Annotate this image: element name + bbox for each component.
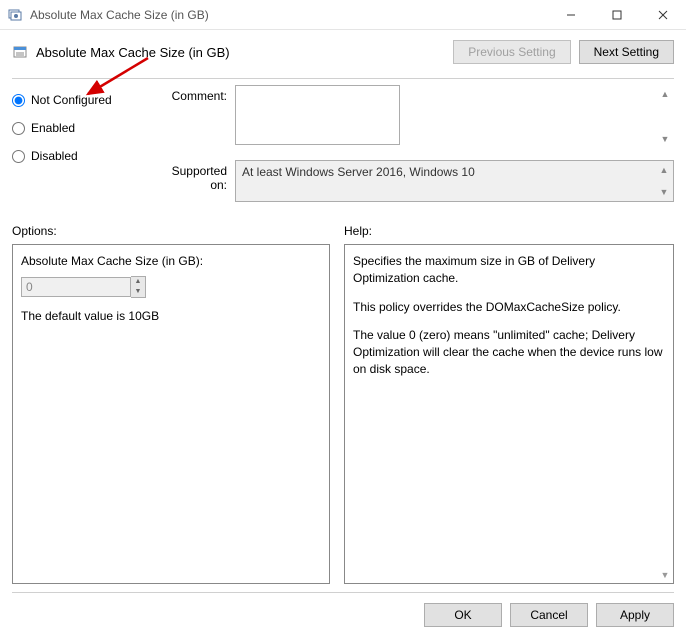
cancel-button[interactable]: Cancel [510,603,588,627]
supported-on-label: Supported on: [157,160,235,202]
radio-not-configured-input[interactable] [12,94,25,107]
policy-title: Absolute Max Cache Size (in GB) [36,45,230,60]
radio-enabled[interactable]: Enabled [12,121,157,135]
radio-not-configured[interactable]: Not Configured [12,93,157,107]
ok-button[interactable]: OK [424,603,502,627]
close-button[interactable] [640,0,686,30]
options-panel: Absolute Max Cache Size (in GB): ▲ ▼ The… [12,244,330,584]
chevron-down-icon: ▼ [657,185,671,199]
previous-setting-button[interactable]: Previous Setting [453,40,570,64]
supported-on-text: At least Windows Server 2016, Windows 10 [242,165,475,179]
footer: OK Cancel Apply [12,592,674,627]
window-controls [548,0,686,30]
chevron-up-icon: ▲ [657,163,671,177]
radio-enabled-input[interactable] [12,122,25,135]
options-panel-label: Options: [12,224,330,238]
radio-not-configured-label: Not Configured [31,93,112,107]
policy-icon [12,44,28,60]
chevron-down-icon: ▼ [658,568,672,582]
options-field-label: Absolute Max Cache Size (in GB): [21,253,321,270]
comment-input[interactable] [235,85,400,145]
chevron-down-icon: ▼ [658,132,672,146]
help-text-2: This policy overrides the DOMaxCacheSize… [353,299,665,316]
cache-size-input[interactable] [21,277,131,297]
help-text-1: Specifies the maximum size in GB of Deli… [353,253,665,287]
window-title: Absolute Max Cache Size (in GB) [30,8,548,22]
radio-enabled-label: Enabled [31,121,75,135]
help-text-3: The value 0 (zero) means "unlimited" cac… [353,327,665,377]
radio-disabled-input[interactable] [12,150,25,163]
next-setting-button[interactable]: Next Setting [579,40,674,64]
spinner-up-button[interactable]: ▲ [131,277,145,287]
help-panel-label: Help: [344,224,674,238]
options-note: The default value is 10GB [21,308,321,325]
maximize-button[interactable] [594,0,640,30]
supported-on-value: At least Windows Server 2016, Windows 10… [235,160,674,202]
titlebar: Absolute Max Cache Size (in GB) [0,0,686,30]
minimize-button[interactable] [548,0,594,30]
radio-disabled[interactable]: Disabled [12,149,157,163]
header-row: Absolute Max Cache Size (in GB) Previous… [12,40,674,64]
apply-button[interactable]: Apply [596,603,674,627]
divider [12,78,674,79]
chevron-up-icon: ▲ [658,87,672,101]
comment-label: Comment: [157,85,235,148]
help-panel: Specifies the maximum size in GB of Deli… [344,244,674,584]
radio-disabled-label: Disabled [31,149,78,163]
app-icon [8,7,24,23]
spinner-down-button[interactable]: ▼ [131,287,145,297]
